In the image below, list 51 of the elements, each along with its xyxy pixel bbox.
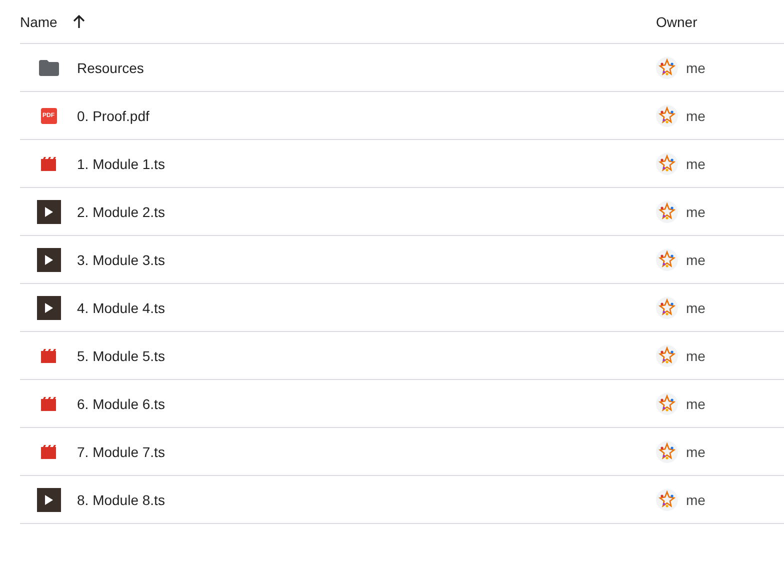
play-icon [44,494,52,504]
avatar-icon [656,200,678,222]
owner-name: me [686,346,706,366]
owner-name: me [686,58,706,78]
play-icon [44,254,52,264]
owner-name: me [686,250,706,270]
file-name: Resources [77,58,145,78]
file-name: 8. Module 8.ts [77,490,166,510]
owner-name: me [686,154,706,174]
file-row[interactable]: 3. Module 3.ts me [20,236,784,284]
column-header[interactable]: Owner [656,12,698,32]
video-clapper-icon [40,348,56,362]
play-icon [44,302,52,312]
avatar-icon [656,488,678,510]
avatar-icon [656,152,678,174]
owner-name: me [686,106,706,126]
file-row[interactable]: 2. Module 2.ts me [20,188,784,236]
folder-icon [38,60,58,76]
owner-name: me [686,298,706,318]
file-name: 0. Proof.pdf [77,106,150,126]
file-row[interactable]: 6. Module 6.ts me [20,380,784,428]
file-name: 5. Module 5.ts [77,346,166,366]
avatar-icon [656,344,678,366]
sort-arrow-up-icon[interactable] [73,15,86,28]
file-name: 3. Module 3.ts [77,250,166,270]
owner-name: me [686,202,706,222]
avatar-icon [656,296,678,318]
file-row[interactable]: 5. Module 5.ts me [20,332,784,380]
avatar-icon [656,56,678,78]
video-clapper-icon [40,396,56,410]
column-header[interactable]: Name [20,12,58,32]
avatar-icon [656,104,678,126]
file-name: 7. Module 7.ts [77,442,166,462]
video-clapper-icon [40,156,56,170]
file-row[interactable]: 1. Module 1.ts me [20,140,784,188]
video-clapper-icon [40,444,56,458]
file-row[interactable]: Resources me [20,44,784,92]
file-name: 6. Module 6.ts [77,394,166,414]
file-row[interactable]: 7. Module 7.ts me [20,428,784,476]
avatar-icon [656,248,678,270]
file-name: 4. Module 4.ts [77,298,166,318]
avatar-icon [656,440,678,462]
owner-name: me [686,490,706,510]
file-row[interactable]: 4. Module 4.ts me [20,284,784,332]
file-name: 2. Module 2.ts [77,202,166,222]
file-name: 1. Module 1.ts [77,154,166,174]
avatar-icon [656,392,678,414]
owner-name: me [686,442,706,462]
file-row[interactable]: 8. Module 8.ts me [20,476,784,524]
owner-name: me [686,394,706,414]
play-icon [44,206,52,216]
